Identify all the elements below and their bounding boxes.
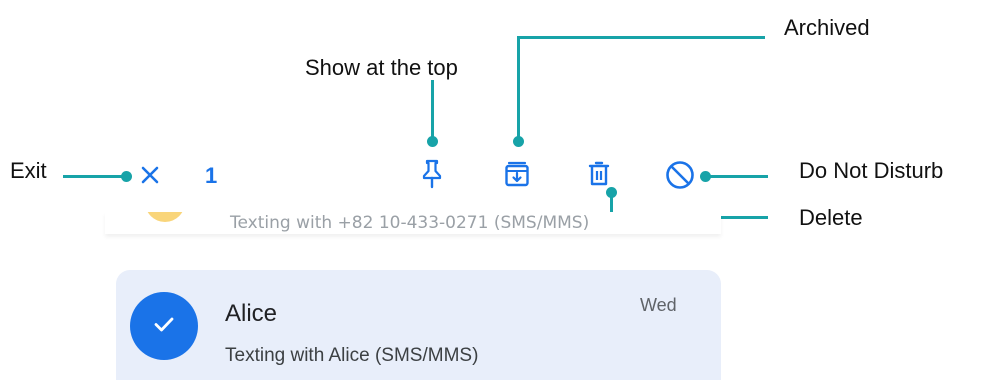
- dnd-leader-dot: [700, 171, 711, 182]
- exit-leader-h: [63, 175, 127, 178]
- check-icon: [149, 309, 179, 344]
- show-top-leader-dot: [427, 136, 438, 147]
- trash-icon: [587, 160, 611, 193]
- archived-leader-h: [517, 36, 765, 39]
- block-icon: [664, 159, 696, 196]
- exit-leader-dot: [121, 171, 132, 182]
- archived-leader-dot: [513, 136, 524, 147]
- conversation-date: Wed: [640, 295, 677, 315]
- do-not-disturb-button[interactable]: [661, 158, 699, 196]
- show-top-leader-v: [431, 80, 434, 138]
- pin-button[interactable]: [415, 158, 449, 194]
- conversation-row-partial[interactable]: Texting with +82 10-433-0271 (SMS/MMS): [105, 212, 721, 234]
- callout-delete: Delete: [799, 205, 863, 230]
- selected-avatar[interactable]: [130, 292, 198, 360]
- selected-count: 1: [205, 163, 218, 188]
- archive-icon: [504, 160, 530, 193]
- dnd-leader-h: [706, 175, 768, 178]
- callout-do-not-disturb: Do Not Disturb: [799, 158, 944, 183]
- conversation-row-alice[interactable]: Alice Wed Texting with Alice (SMS/MMS): [116, 270, 721, 380]
- pin-icon: [421, 159, 443, 194]
- exit-selection-button[interactable]: [133, 160, 167, 194]
- close-icon: [138, 163, 162, 192]
- contact-name: Alice: [225, 300, 278, 327]
- delete-button[interactable]: [582, 158, 616, 194]
- callout-exit: Exit: [10, 158, 47, 183]
- callout-show-at-top: Show at the top: [305, 55, 458, 80]
- conversation-preview: Texting with +82 10-433-0271 (SMS/MMS): [230, 213, 590, 233]
- conversation-preview: Texting with Alice (SMS/MMS): [225, 345, 479, 366]
- archive-button[interactable]: [499, 158, 535, 194]
- archived-leader-v: [517, 36, 520, 139]
- callout-archived: Archived: [784, 15, 870, 40]
- avatar: [145, 212, 185, 222]
